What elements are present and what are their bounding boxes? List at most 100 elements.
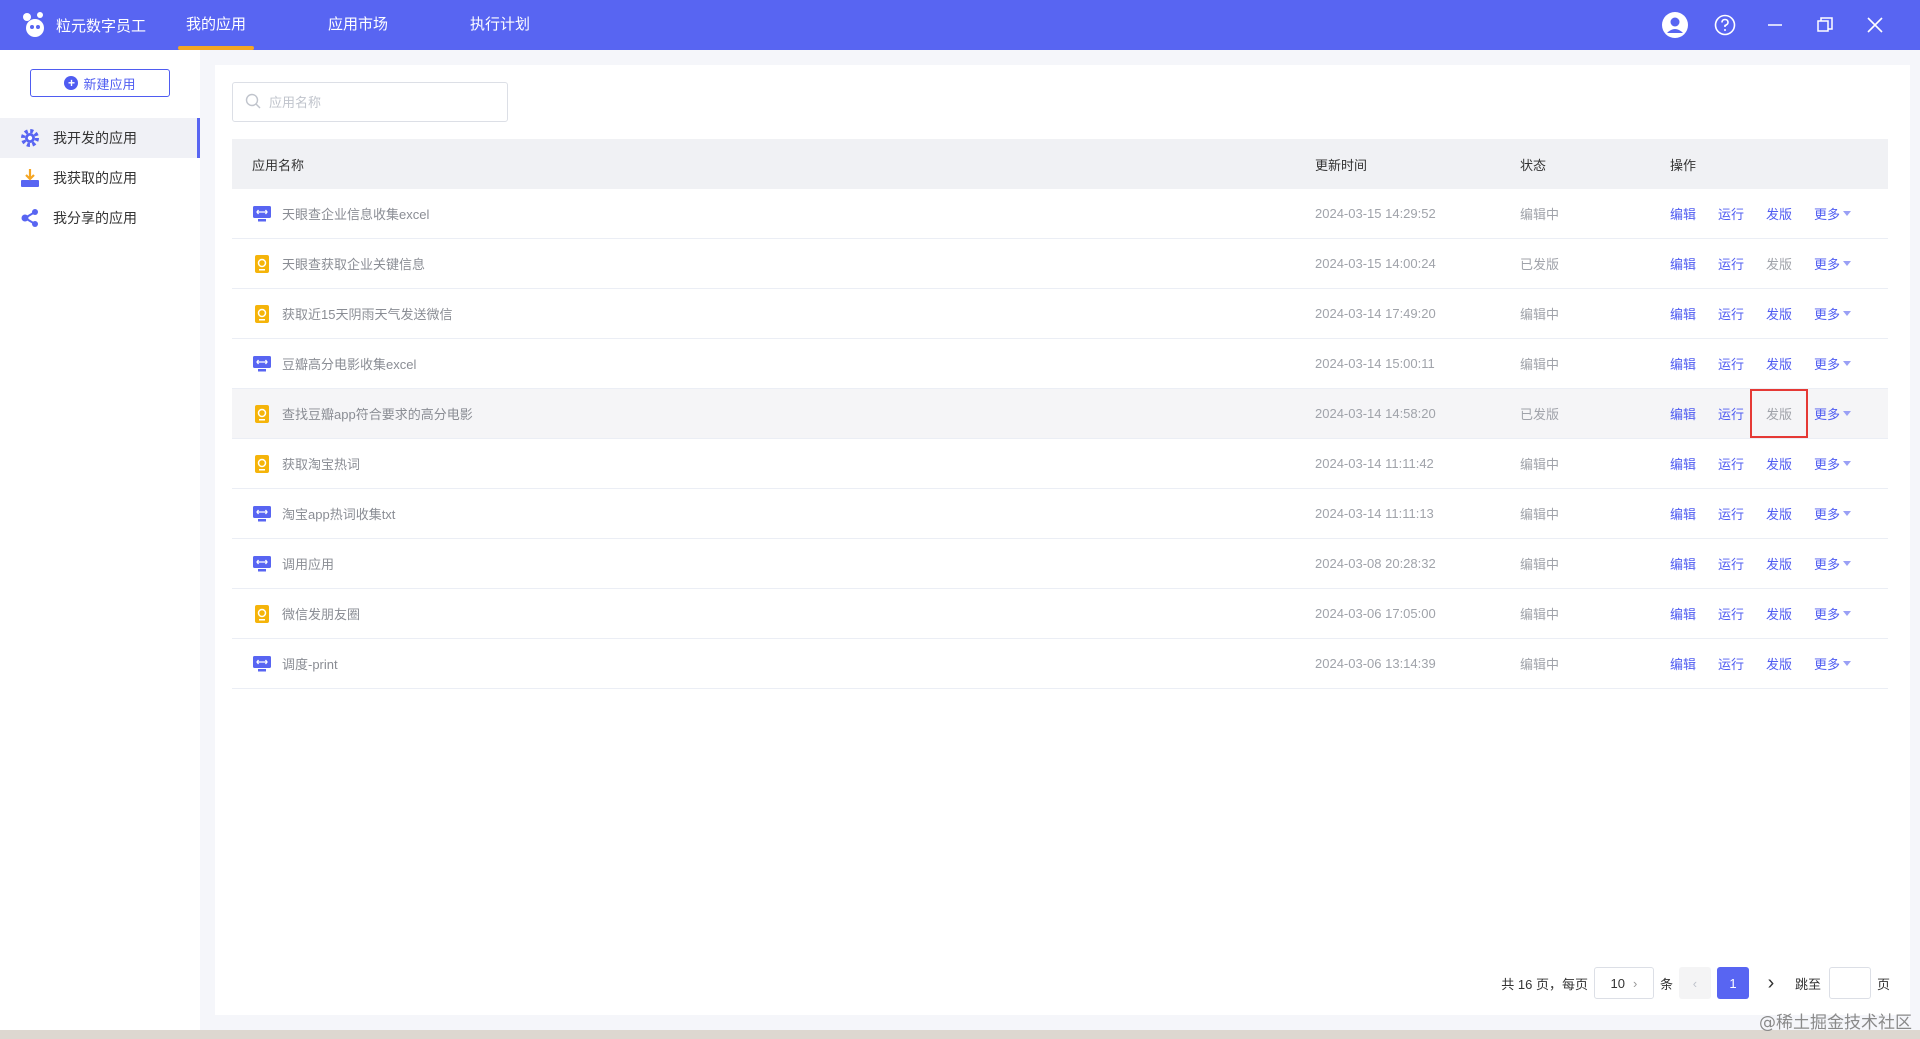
caret-down-icon <box>1843 211 1852 216</box>
caret-down-icon <box>1843 311 1852 316</box>
publish-link[interactable]: 发版 <box>1766 504 1792 523</box>
status-text: 编辑中 <box>1520 557 1560 572</box>
more-dropdown[interactable]: 更多 <box>1814 504 1852 523</box>
publish-link[interactable]: 发版 <box>1766 204 1792 223</box>
nav-app-market[interactable]: 应用市场 <box>320 0 396 50</box>
more-label: 更多 <box>1814 507 1841 522</box>
more-dropdown[interactable]: 更多 <box>1814 404 1852 423</box>
more-dropdown[interactable]: 更多 <box>1814 604 1852 623</box>
chevron-right-icon: › <box>1633 975 1638 991</box>
app-name: 淘宝app热词收集txt <box>282 507 396 522</box>
publish-link[interactable]: 发版 <box>1766 304 1792 323</box>
more-dropdown[interactable]: 更多 <box>1814 654 1852 673</box>
run-link[interactable]: 运行 <box>1718 404 1744 423</box>
mobile-app-icon <box>252 454 272 474</box>
run-link[interactable]: 运行 <box>1718 454 1744 473</box>
run-link[interactable]: 运行 <box>1718 204 1744 223</box>
page-size-select[interactable]: 10 › <box>1593 967 1654 999</box>
run-link[interactable]: 运行 <box>1718 604 1744 623</box>
table-row[interactable]: 豆瓣高分电影收集excel 2024-03-14 15:00:11 编辑中 编辑 运行 发… <box>232 339 1888 389</box>
edit-link[interactable]: 编辑 <box>1670 654 1696 673</box>
nav-my-apps[interactable]: 我的应用 <box>178 0 255 50</box>
sidebar-item-shared[interactable]: 我分享的应用 <box>0 198 200 238</box>
nav-exec-plan[interactable]: 执行计划 <box>462 0 538 50</box>
help-icon[interactable] <box>1700 0 1750 50</box>
table-row[interactable]: 调度-print 2024-03-06 13:14:39 编辑中 编辑 运行 发版 更多 <box>232 639 1888 689</box>
page-suffix: 页 <box>1876 976 1890 992</box>
edit-link[interactable]: 编辑 <box>1670 354 1696 373</box>
more-dropdown[interactable]: 更多 <box>1814 254 1852 273</box>
more-dropdown[interactable]: 更多 <box>1814 354 1852 373</box>
top-bar: 粒元数字员工 我的应用 应用市场 执行计划 <box>0 0 1920 50</box>
next-page-button[interactable]: › <box>1755 967 1787 999</box>
publish-link[interactable]: 发版 <box>1766 654 1792 673</box>
minimize-icon[interactable] <box>1750 0 1800 50</box>
publish-link[interactable]: 发版 <box>1766 454 1792 473</box>
bottom-strip <box>0 1030 1920 1039</box>
row-actions: 编辑 运行 发版 更多 <box>1670 554 1888 573</box>
prev-page-button[interactable]: ‹ <box>1678 967 1711 999</box>
edit-link[interactable]: 编辑 <box>1670 554 1696 573</box>
sidebar-item-acquired[interactable]: 我获取的应用 <box>0 158 200 198</box>
update-time: 2024-03-14 15:00:11 <box>1315 356 1435 371</box>
more-dropdown[interactable]: 更多 <box>1814 204 1852 223</box>
table-row[interactable]: 天眼查获取企业关键信息 2024-03-15 14:00:24 已发版 编辑 运行 发版 更… <box>232 239 1888 289</box>
app-name-cell: 查找豆瓣app符合要求的高分电影 <box>232 404 1315 424</box>
restore-icon[interactable] <box>1800 0 1850 50</box>
table-row[interactable]: 天眼查企业信息收集excel 2024-03-15 14:29:52 编辑中 编辑 运行… <box>232 189 1888 239</box>
close-icon[interactable] <box>1850 0 1900 50</box>
status-text: 编辑中 <box>1520 607 1560 622</box>
publish-link[interactable]: 发版 <box>1766 604 1792 623</box>
new-app-button[interactable]: + 新建应用 <box>30 69 170 97</box>
update-time: 2024-03-14 11:11:13 <box>1315 506 1434 521</box>
more-dropdown[interactable]: 更多 <box>1814 554 1852 573</box>
app-logo-icon <box>20 10 50 40</box>
user-icon[interactable] <box>1650 0 1700 50</box>
run-link[interactable]: 运行 <box>1718 254 1744 273</box>
status-text: 编辑中 <box>1520 507 1560 522</box>
page-size-unit: 条 <box>1659 976 1673 992</box>
table-row[interactable]: 淘宝app热词收集txt 2024-03-14 11:11:13 编辑中 编辑 运行 发版… <box>232 489 1888 539</box>
run-link[interactable]: 运行 <box>1718 504 1744 523</box>
run-link[interactable]: 运行 <box>1718 354 1744 373</box>
mobile-app-icon <box>252 604 272 624</box>
search-input[interactable] <box>269 94 499 110</box>
table-row[interactable]: 获取近15天阴雨天气发送微信 2024-03-14 17:49:20 编辑中 编辑 运行… <box>232 289 1888 339</box>
publish-link[interactable]: 发版 <box>1750 389 1809 438</box>
edit-link[interactable]: 编辑 <box>1670 204 1696 223</box>
run-link[interactable]: 运行 <box>1718 304 1744 323</box>
jump-page-input[interactable] <box>1828 967 1871 999</box>
table-row[interactable]: 查找豆瓣app符合要求的高分电影 2024-03-14 14:58:20 已发版 编辑… <box>232 389 1888 439</box>
app-name: 调度-print <box>282 657 338 672</box>
publish-link[interactable]: 发版 <box>1766 254 1792 273</box>
edit-link[interactable]: 编辑 <box>1670 604 1696 623</box>
publish-link[interactable]: 发版 <box>1766 554 1792 573</box>
edit-link[interactable]: 编辑 <box>1670 454 1696 473</box>
mobile-app-icon <box>252 254 272 274</box>
update-time: 2024-03-14 17:49:20 <box>1315 306 1436 321</box>
more-label: 更多 <box>1814 657 1841 672</box>
status-text: 已发版 <box>1520 257 1560 272</box>
more-label: 更多 <box>1814 607 1841 622</box>
edit-link[interactable]: 编辑 <box>1670 254 1696 273</box>
run-link[interactable]: 运行 <box>1718 654 1744 673</box>
app-name-cell: 淘宝app热词收集txt <box>232 504 1315 524</box>
table-row[interactable]: 微信发朋友圈 2024-03-06 17:05:00 编辑中 编辑 运行 发版 更多 <box>232 589 1888 639</box>
table-row[interactable]: 调用应用 2024-03-08 20:28:32 编辑中 编辑 运行 发版 更多 <box>232 539 1888 589</box>
edit-link[interactable]: 编辑 <box>1670 304 1696 323</box>
run-link[interactable]: 运行 <box>1718 554 1744 573</box>
publish-link[interactable]: 发版 <box>1766 354 1792 373</box>
table-row[interactable]: 获取淘宝热词 2024-03-14 11:11:42 编辑中 编辑 运行 发版 更多 <box>232 439 1888 489</box>
page-number-button[interactable]: 1 <box>1716 967 1749 999</box>
sidebar: + 新建应用 我开发的应用 我获取的应用 我分享的应用 <box>0 50 200 1039</box>
app-name: 天眼查企业信息收集excel <box>282 207 430 222</box>
more-dropdown[interactable]: 更多 <box>1814 454 1852 473</box>
sidebar-item-developed[interactable]: 我开发的应用 <box>0 118 200 158</box>
sidebar-item-label: 我分享的应用 <box>53 210 137 226</box>
edit-link[interactable]: 编辑 <box>1670 404 1696 423</box>
col-header-name: 应用名称 <box>252 157 305 173</box>
more-dropdown[interactable]: 更多 <box>1814 304 1852 323</box>
edit-link[interactable]: 编辑 <box>1670 504 1696 523</box>
caret-down-icon <box>1843 461 1852 466</box>
app-name: 豆瓣高分电影收集excel <box>282 357 417 372</box>
